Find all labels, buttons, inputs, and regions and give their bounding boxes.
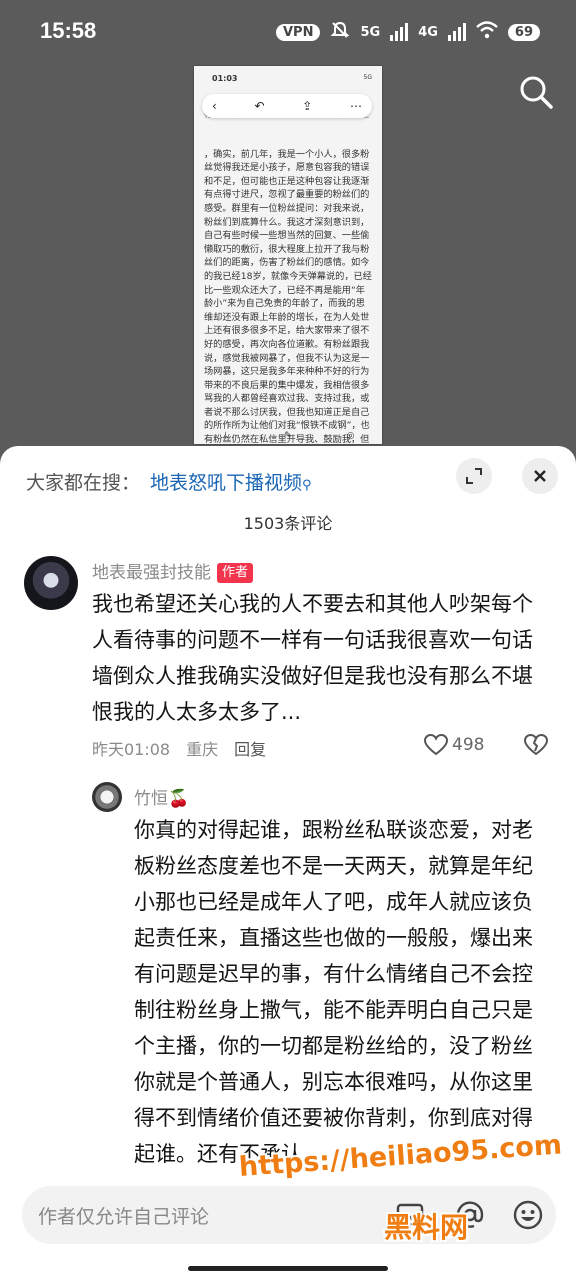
comment-count: 1503条评论 [243,514,333,533]
post-image[interactable]: 存不测，不能正面面应粉丝的质问，甚至 ，确实，前几年，我是一个小人，很多粉丝觉得… [194,66,382,444]
close-icon[interactable] [522,458,558,494]
comment-author-row: 地表最强封技能 作者 [92,558,254,583]
wifi-icon [476,21,498,43]
post-image-bottom-tools: ⊥ ✎ ◎ [194,428,382,444]
expand-icon[interactable] [456,458,492,494]
reply-button[interactable]: 回复 [234,740,266,759]
dislike-button[interactable] [524,734,548,756]
author-badge: 作者 [217,563,254,583]
battery-icon: 69 [507,23,540,41]
status-bar: 15:58 VPN 5G 4G 69 [0,0,576,64]
comment-input-placeholder: 作者仅允许自己评论 [38,1206,210,1228]
comment-time: 昨天01:08 [92,740,171,759]
post-image-status: 01:03 5G [212,74,372,83]
post-image-text: 存不测，不能正面面应粉丝的质问，甚至 ，确实，前几年，我是一个小人，很多粉丝觉得… [204,109,372,444]
status-icons: VPN 5G 4G 69 [276,20,540,44]
circle-icon: ◎ [346,431,355,441]
trending-search[interactable]: 大家都在搜： 地表怒吼下播视频⚲ [26,468,312,495]
reply-avatar[interactable] [92,782,122,812]
reply-text: 你真的对得起谁，跟粉丝私联谈恋爱，对老板粉丝态度差也不是一天两天，就算是年纪小那… [134,818,533,1166]
post-image-toolbar: ‹ ↶ ⇪ ⋯ [202,94,372,118]
trending-label: 大家都在搜： [26,472,141,494]
pen-icon: ✎ [284,431,292,441]
undo-icon: ↶ [254,99,265,113]
search-icon[interactable] [516,72,556,112]
comment-meta: 昨天01:08 重庆 回复 [92,736,282,760]
comment-input[interactable]: 作者仅允许自己评论 [22,1186,556,1244]
signal-5g-label: 5G [360,24,381,40]
signal-5g-icon [390,23,409,41]
signal-4g-icon [447,23,466,41]
comment-text: 我也希望还关心我的人不要去和其他人吵架每个人看待事的问题不一样有一句话我很喜欢一… [92,592,533,724]
broken-heart-icon [524,734,548,756]
vpn-badge: VPN [276,23,321,41]
comment-location: 重庆 [186,740,219,759]
search-small-icon: ⚲ [302,478,312,493]
share-icon: ⇪ [302,99,313,113]
back-icon: ‹ [212,99,217,113]
avatar[interactable] [24,556,78,610]
heart-icon [424,734,448,756]
watermark-text: 黑料网 [384,1211,469,1244]
reply-username[interactable]: 竹恒🍒 [134,784,189,809]
pin-icon: ⊥ [221,431,230,441]
signal-4g-label: 4G [418,24,438,40]
mute-icon [330,20,350,44]
comment-username[interactable]: 地表最强封技能 [92,563,211,583]
status-time: 15:58 [40,18,97,43]
emoji-icon[interactable] [512,1199,544,1231]
like-button[interactable]: 498 [424,734,484,756]
trending-link[interactable]: 地表怒吼下播视频 [150,472,302,494]
like-count: 498 [452,735,485,755]
home-indicator [188,1266,388,1271]
more-icon: ⋯ [350,99,362,113]
